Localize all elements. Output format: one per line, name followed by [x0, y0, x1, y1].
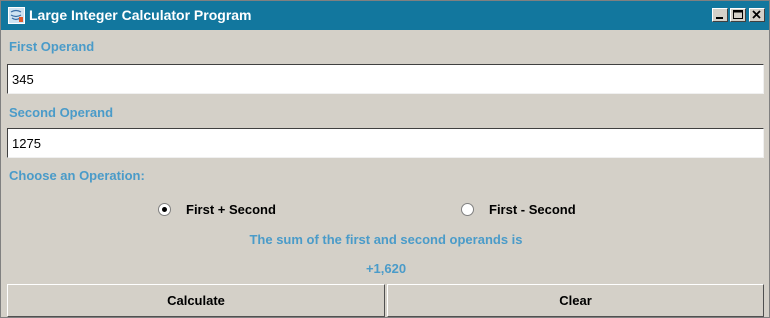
maximize-button[interactable] — [730, 8, 746, 22]
calculator-window: Large Integer Calculator Program First O… — [0, 0, 770, 318]
minimize-button[interactable] — [712, 8, 728, 22]
radio-add[interactable]: First + Second — [158, 199, 276, 219]
radio-add-label: First + Second — [186, 201, 276, 217]
first-operand-input[interactable] — [7, 64, 764, 94]
radio-selected-icon — [158, 202, 171, 216]
clear-button[interactable]: Clear — [387, 284, 764, 317]
window-title: Large Integer Calculator Program — [29, 7, 252, 23]
result-value: +1,620 — [365, 261, 407, 276]
choose-operation-label: Choose an Operation: — [9, 168, 145, 183]
calculate-button[interactable]: Calculate — [7, 284, 385, 317]
radio-subtract-label: First - Second — [489, 201, 576, 217]
first-operand-label: First Operand — [9, 39, 95, 54]
result-message: The sum of the first and second operands… — [249, 232, 523, 247]
java-app-icon — [8, 7, 25, 24]
second-operand-input[interactable] — [7, 128, 764, 158]
title-bar[interactable]: Large Integer Calculator Program — [1, 1, 769, 30]
close-button[interactable] — [749, 8, 765, 22]
close-icon — [752, 10, 761, 19]
minimize-icon — [716, 17, 723, 19]
radio-subtract[interactable]: First - Second — [461, 199, 576, 219]
radio-unselected-icon — [461, 202, 474, 216]
maximize-icon — [733, 10, 743, 19]
second-operand-label: Second Operand — [9, 105, 114, 120]
